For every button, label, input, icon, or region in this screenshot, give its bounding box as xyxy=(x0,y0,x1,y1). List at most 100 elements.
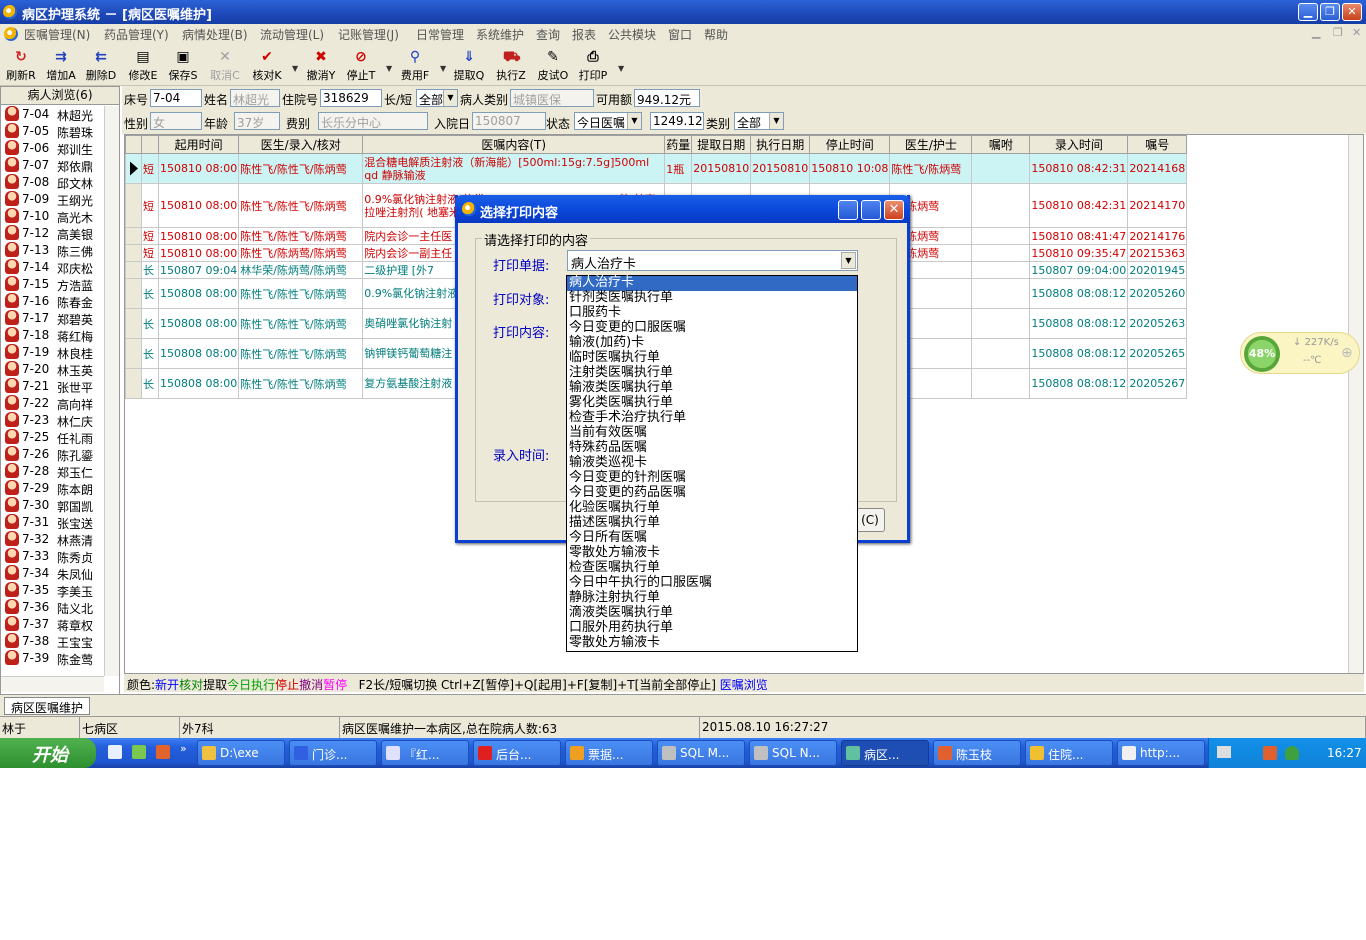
menu-flow[interactable]: 流动管理(L) xyxy=(260,26,324,43)
taskbar-button[interactable]: 住院... xyxy=(1025,740,1113,766)
start-button[interactable]: 开始 xyxy=(0,738,96,768)
patient-row[interactable]: 7-20 林玉英 xyxy=(1,360,119,378)
taskbar-button[interactable]: 『红... xyxy=(381,740,469,766)
patient-row[interactable]: 7-33 陈秀贞 xyxy=(1,547,119,565)
ie-icon[interactable] xyxy=(108,745,122,759)
extract-button[interactable]: ⇓ 提取Q xyxy=(450,46,488,84)
mdi-minimize-icon[interactable]: ▁ xyxy=(1312,26,1320,39)
doc-option[interactable]: 输液(加药)卡 xyxy=(567,336,857,351)
doc-option[interactable]: 特殊药品医嘱 xyxy=(567,441,857,456)
patient-row[interactable]: 7-06 郑训生 xyxy=(1,139,119,157)
grid-scrollbar[interactable] xyxy=(1348,135,1363,673)
doc-option[interactable]: 口服外用药执行单 xyxy=(567,621,857,636)
doc-option[interactable]: 今日所有医嘱 xyxy=(567,531,857,546)
menu-report[interactable]: 报表 xyxy=(572,26,596,43)
patient-row[interactable]: 7-21 张世平 xyxy=(1,377,119,395)
col-nurse[interactable]: 医生/护士 xyxy=(889,135,973,154)
patient-row[interactable]: 7-29 陈本朗 xyxy=(1,479,119,497)
patient-row[interactable]: 7-18 蒋红梅 xyxy=(1,326,119,344)
col-note[interactable]: 嘱咐 xyxy=(971,135,1031,154)
patient-row[interactable]: 7-37 蒋章权 xyxy=(1,615,119,633)
patient-row[interactable]: 7-10 高光木 xyxy=(1,207,119,225)
add-button[interactable]: ⇉ 增加A xyxy=(42,46,80,84)
stop-button[interactable]: ⊘ 停止T xyxy=(342,46,380,84)
doc-option[interactable]: 今日变更的口服医嘱 xyxy=(567,321,857,336)
patient-row[interactable]: 7-08 邱文林 xyxy=(1,173,119,191)
patient-row[interactable]: 7-04 林超光 xyxy=(1,105,119,123)
verify-button[interactable]: ✔ 核对K xyxy=(248,46,286,84)
doc-option[interactable]: 今日变更的药品医嘱 xyxy=(567,486,857,501)
cancel-button[interactable]: ✕ 取消C xyxy=(206,46,244,84)
tab-order-maintenance[interactable]: 病区医嘱维护 xyxy=(4,697,91,715)
order-row[interactable]: 短 150810 08:00 陈性飞/陈性飞/陈炳莺 混合糖电解质注射液（新海能）[5… xyxy=(125,153,1188,184)
desktop-icon[interactable] xyxy=(132,745,146,759)
patient-row[interactable]: 7-12 高美银 xyxy=(1,224,119,242)
doc-option[interactable]: 当前有效医嘱 xyxy=(567,426,857,441)
doc-option[interactable]: 静脉注射执行单 xyxy=(567,591,857,606)
taskbar-button[interactable]: http:... xyxy=(1117,740,1205,766)
fee-button[interactable]: ⚲ 费用F xyxy=(396,46,434,84)
taskbar-button[interactable]: D:\exe xyxy=(197,740,285,766)
tray-app-icon[interactable] xyxy=(1263,746,1277,760)
patient-row[interactable]: 7-31 张宝送 xyxy=(1,513,119,531)
doc-option[interactable]: 今日变更的针剂医嘱 xyxy=(567,471,857,486)
col-dose[interactable]: 药量 xyxy=(664,135,693,154)
menu-condition[interactable]: 病情处理(B) xyxy=(182,26,248,43)
patient-row[interactable]: 7-28 郑玉仁 xyxy=(1,462,119,480)
doc-option[interactable]: 描述医嘱执行单 xyxy=(567,516,857,531)
menu-drug[interactable]: 药品管理(Y) xyxy=(104,26,169,43)
patient-row[interactable]: 7-32 林燕清 xyxy=(1,530,119,548)
category-select[interactable]: 全部 ▼ xyxy=(734,112,784,130)
menu-system[interactable]: 系统维护 xyxy=(476,26,524,43)
patient-row[interactable]: 7-26 陈孔鎏 xyxy=(1,445,119,463)
taskbar-button[interactable]: 病区... xyxy=(841,740,929,766)
restore-button[interactable]: ❐ xyxy=(1320,3,1340,21)
menu-daily[interactable]: 日常管理 xyxy=(416,26,464,43)
edit-button[interactable]: ▤ 修改E xyxy=(124,46,162,84)
shield-icon[interactable] xyxy=(1285,746,1299,760)
patient-row[interactable]: 7-36 陆义北 xyxy=(1,598,119,616)
patient-list-scrollbar[interactable] xyxy=(104,106,119,676)
menu-query[interactable]: 查询 xyxy=(536,26,560,43)
plus-icon[interactable]: ⊕ xyxy=(1341,345,1353,361)
bed-field[interactable]: 7-04 xyxy=(150,89,202,107)
sex-field[interactable]: 女 xyxy=(150,112,202,130)
age-field[interactable]: 37岁 xyxy=(234,112,280,130)
menu-order[interactable]: 医嘱管理(N) xyxy=(24,26,90,43)
patient-row[interactable]: 7-07 郑依鼎 xyxy=(1,156,119,174)
execute-button[interactable]: ⛟ 执行Z xyxy=(492,46,530,84)
net-monitor-widget[interactable]: 48% ↓ 227K/s --℃ ⊕ xyxy=(1240,332,1360,374)
patient-row[interactable]: 7-25 任礼雨 xyxy=(1,428,119,446)
menu-public[interactable]: 公共模块 xyxy=(608,26,656,43)
patient-row[interactable]: 7-13 陈三佛 xyxy=(1,241,119,259)
taskbar-button[interactable]: SQL N... xyxy=(749,740,837,766)
doc-option[interactable]: 检查医嘱执行单 xyxy=(567,561,857,576)
dialog-close-button[interactable]: ✕ xyxy=(884,200,904,220)
term-select[interactable]: 全部 ▼ xyxy=(416,89,458,107)
col-exec[interactable]: 执行日期 xyxy=(750,135,811,154)
patient-row[interactable]: 7-22 高向祥 xyxy=(1,394,119,412)
print-button[interactable]: ⎙ 打印P xyxy=(574,46,612,84)
keyboard-icon[interactable] xyxy=(1217,746,1231,758)
doc-option[interactable]: 化验医嘱执行单 xyxy=(567,501,857,516)
taskbar-button[interactable]: 陈玉枝 xyxy=(933,740,1021,766)
cancel-dialog-button[interactable]: (C) xyxy=(855,508,885,532)
patient-row[interactable]: 7-14 邓庆松 xyxy=(1,258,119,276)
mdi-restore-icon[interactable]: ❐ xyxy=(1333,26,1343,39)
doc-option[interactable]: 滴液类医嘱执行单 xyxy=(567,606,857,621)
taskbar-button[interactable]: 票据... xyxy=(565,740,653,766)
fee-dropdown-icon[interactable]: ▼ xyxy=(440,64,446,73)
col-entry[interactable]: 录入时间 xyxy=(1029,135,1129,154)
skintest-button[interactable]: ✎ 皮试O xyxy=(534,46,572,84)
col-order-no[interactable]: 嘱号 xyxy=(1127,135,1188,154)
print-dropdown-icon[interactable]: ▼ xyxy=(618,64,624,73)
patient-row[interactable]: 7-38 王宝宝 xyxy=(1,632,119,650)
doc-option[interactable]: 雾化类医嘱执行单 xyxy=(567,396,857,411)
patient-row[interactable]: 7-17 郑碧英 xyxy=(1,309,119,327)
patient-row[interactable]: 7-19 林良桂 xyxy=(1,343,119,361)
menu-app-icon[interactable] xyxy=(4,27,18,41)
patient-row[interactable]: 7-16 陈春金 xyxy=(1,292,119,310)
col-content[interactable]: 医嘱内容(T) xyxy=(362,135,666,154)
delete-button[interactable]: ⇇ 删除D xyxy=(82,46,120,84)
patient-row[interactable]: 7-30 郭国凯 xyxy=(1,496,119,514)
